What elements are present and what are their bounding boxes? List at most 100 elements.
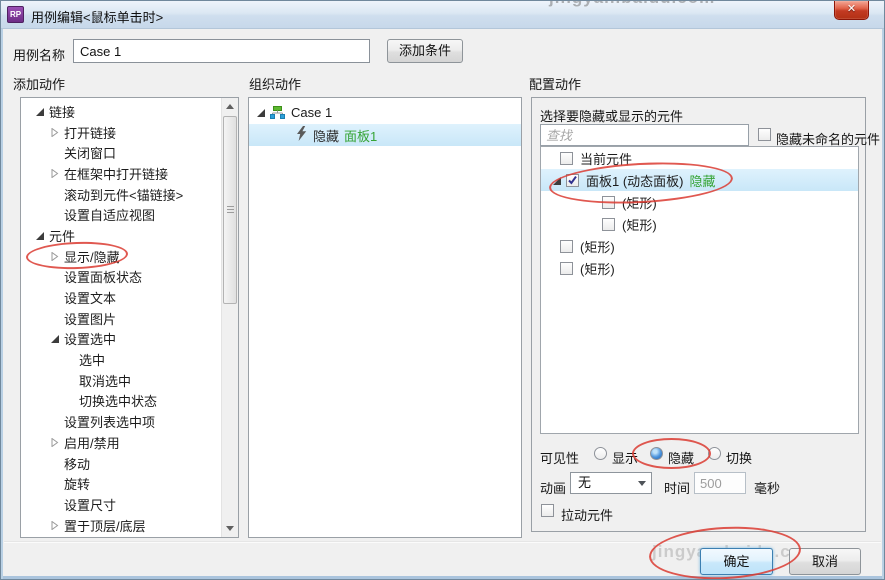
scrollbar[interactable] xyxy=(221,98,238,537)
tree-item-action[interactable]: 置于顶层/底层 xyxy=(22,515,220,536)
scroll-down-button[interactable] xyxy=(222,520,239,537)
animation-label: 动画 xyxy=(540,478,566,497)
case-label: Case 1 xyxy=(291,105,332,120)
tree-item-label: 显示/隐藏 xyxy=(64,247,120,266)
tree-item-action[interactable]: 链接 xyxy=(22,101,220,122)
tree-item-label: 链接 xyxy=(49,102,75,121)
tree-item-label: 切换选中状态 xyxy=(79,391,157,410)
expand-icon[interactable] xyxy=(256,105,270,120)
tree-item-label: 旋转 xyxy=(64,474,90,493)
tree-item-action[interactable]: 设置尺寸 xyxy=(22,494,220,515)
tree-item-action[interactable]: 设置自适应视图 xyxy=(22,204,220,225)
scrollbar-grip-icon xyxy=(227,206,234,213)
tree-item-action[interactable]: 设置列表选中项 xyxy=(22,411,220,432)
tree-item-action[interactable]: 选中 xyxy=(22,349,220,370)
tree-item-action[interactable]: 打开链接 xyxy=(22,122,220,143)
widget-row[interactable]: (矩形) xyxy=(541,257,858,279)
tree-item-action[interactable]: 切换选中状态 xyxy=(22,391,220,412)
tree-item-action[interactable]: 设置面板状态 xyxy=(22,267,220,288)
tree-item-label: 设置文本 xyxy=(64,288,116,307)
tree-item-action[interactable]: 设置文本 xyxy=(22,287,220,308)
case-name-input[interactable] xyxy=(73,39,370,63)
animation-dropdown[interactable]: 无 xyxy=(570,472,652,494)
tree-item-action[interactable]: 显示/隐藏 xyxy=(22,246,220,267)
action-row-selected[interactable]: 隐藏 面板1 xyxy=(249,124,521,146)
tree-item-action[interactable]: 旋转 xyxy=(22,473,220,494)
radio-show-label[interactable]: 显示 xyxy=(612,448,638,467)
add-actions-header: 添加动作 xyxy=(13,74,65,93)
arrow-up-icon xyxy=(226,104,234,109)
widget-status: 隐藏 xyxy=(690,171,716,190)
widget-checkbox[interactable] xyxy=(602,218,615,231)
tree-item-label: 选中 xyxy=(79,350,105,369)
widget-row[interactable]: (矩形) xyxy=(541,191,858,213)
titlebar[interactable]: jingyan.baidu.com RP 用例编辑<鼠标单击时> ✕ xyxy=(1,1,885,29)
close-button[interactable]: ✕ xyxy=(834,1,869,20)
widget-row[interactable]: (矩形) xyxy=(541,213,858,235)
widget-row[interactable]: 当前元件 xyxy=(541,147,858,169)
tree-item-action[interactable]: 取消选中 xyxy=(22,370,220,391)
tree-item-label: 启用/禁用 xyxy=(64,433,120,452)
animation-value: 无 xyxy=(578,475,591,490)
tree-item-label: 移动 xyxy=(64,454,90,473)
expanded-icon[interactable] xyxy=(35,231,49,240)
widget-label: (矩形) xyxy=(580,237,615,256)
tree-item-label: 关闭窗口 xyxy=(64,143,116,162)
tree-item-action[interactable]: 在框架中打开链接 xyxy=(22,163,220,184)
radio-show[interactable] xyxy=(594,447,607,460)
bring-widget-checkbox[interactable] xyxy=(541,504,554,517)
chevron-down-icon xyxy=(638,481,646,486)
widget-checkbox[interactable] xyxy=(560,152,573,165)
collapsed-icon[interactable] xyxy=(50,438,64,447)
tree-item-label: 在框架中打开链接 xyxy=(64,164,168,183)
widget-row[interactable]: (矩形) xyxy=(541,235,858,257)
collapsed-icon[interactable] xyxy=(50,169,64,178)
scrollbar-thumb[interactable] xyxy=(223,116,237,304)
widget-row[interactable]: 面板1 (动态面板)隐藏 xyxy=(541,169,858,191)
radio-toggle-label[interactable]: 切换 xyxy=(726,448,752,467)
watermark-top: jingyan.baidu.com xyxy=(549,1,715,8)
widget-checkbox[interactable] xyxy=(560,262,573,275)
hide-unnamed-checkbox[interactable] xyxy=(758,128,771,141)
radio-hide[interactable] xyxy=(650,447,663,460)
radio-hide-label[interactable]: 隐藏 xyxy=(668,448,694,467)
widget-checkbox[interactable] xyxy=(602,196,615,209)
configure-actions-panel: 选择要隐藏或显示的元件 隐藏未命名的元件 当前元件面板1 (动态面板)隐藏(矩形… xyxy=(531,97,866,532)
tree-item-action[interactable]: 移动 xyxy=(22,453,220,474)
add-actions-tree: 链接打开链接关闭窗口在框架中打开链接滚动到元件<锚链接>设置自适应视图元件显示/… xyxy=(22,101,220,535)
configure-actions-header: 配置动作 xyxy=(529,74,581,93)
tree-item-action[interactable]: 设置图片 xyxy=(22,308,220,329)
scroll-up-button[interactable] xyxy=(222,98,239,115)
tree-item-action[interactable]: 设置选中 xyxy=(22,329,220,350)
search-input[interactable] xyxy=(540,124,749,146)
widget-tree: 当前元件面板1 (动态面板)隐藏(矩形)(矩形)(矩形)(矩形) xyxy=(540,146,859,434)
widget-checkbox[interactable] xyxy=(560,240,573,253)
time-unit-label: 毫秒 xyxy=(754,478,780,497)
collapsed-icon[interactable] xyxy=(50,521,64,530)
widget-checkbox[interactable] xyxy=(566,174,579,187)
tree-item-label: 取消选中 xyxy=(79,371,131,390)
tree-item-action[interactable]: 关闭窗口 xyxy=(22,142,220,163)
expanded-icon[interactable] xyxy=(552,176,566,185)
radio-toggle[interactable] xyxy=(708,447,721,460)
case-tree-item[interactable]: Case 1 xyxy=(249,102,332,123)
expanded-icon[interactable] xyxy=(50,334,64,343)
select-widgets-label: 选择要隐藏或显示的元件 xyxy=(540,106,683,125)
time-input[interactable] xyxy=(694,472,746,494)
case-name-label: 用例名称 xyxy=(13,45,65,64)
expanded-icon[interactable] xyxy=(35,107,49,116)
collapsed-icon[interactable] xyxy=(50,128,64,137)
add-condition-button[interactable]: 添加条件 xyxy=(387,39,463,63)
tree-item-label: 设置面板状态 xyxy=(64,267,142,286)
visibility-label: 可见性 xyxy=(540,448,579,467)
tree-item-action[interactable]: 启用/禁用 xyxy=(22,432,220,453)
tree-item-action[interactable]: 滚动到元件<锚链接> xyxy=(22,184,220,205)
cancel-button[interactable]: 取消 xyxy=(789,548,861,575)
organize-actions-panel: Case 1 隐藏 面板1 xyxy=(248,97,522,538)
ok-button[interactable]: 确定 xyxy=(700,548,773,575)
tree-item-action[interactable]: 元件 xyxy=(22,225,220,246)
axure-rp-logo: RP xyxy=(7,6,24,23)
action-target: 面板1 xyxy=(344,126,377,145)
tree-item-label: 设置图片 xyxy=(64,309,116,328)
collapsed-icon[interactable] xyxy=(50,252,64,261)
